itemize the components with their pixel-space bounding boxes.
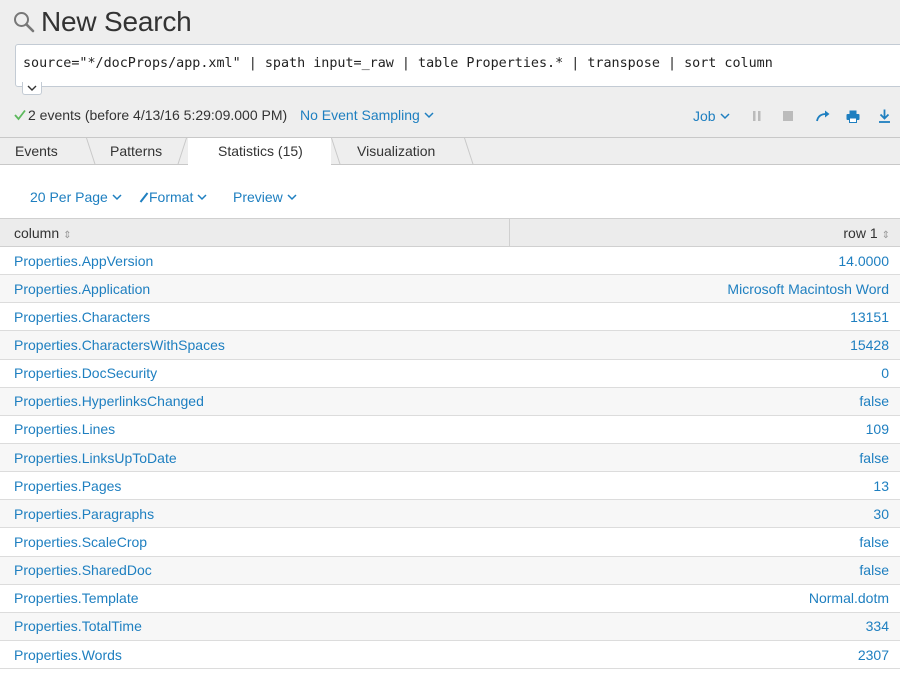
stop-icon[interactable] bbox=[780, 108, 796, 124]
cell-column-name[interactable]: Properties.TotalTime bbox=[0, 612, 509, 641]
cell-column-name[interactable]: Properties.AppVersion bbox=[0, 246, 509, 276]
cell-row-1-value[interactable]: 14.0000 bbox=[509, 246, 900, 276]
cell-row-1-value[interactable]: 15428 bbox=[509, 330, 900, 360]
table-row: Properties.LinksUpToDate false bbox=[0, 443, 900, 473]
cell-row-1-value[interactable]: false bbox=[509, 443, 900, 473]
cell-row-1-value[interactable]: 13 bbox=[509, 471, 900, 501]
table-row: Properties.Template Normal.dotm bbox=[0, 584, 900, 613]
per-page-dropdown[interactable]: 20 Per Page bbox=[30, 189, 122, 205]
cell-row-1-value[interactable]: false bbox=[509, 556, 900, 585]
column-header-column[interactable]: column ⇕ bbox=[0, 218, 510, 247]
cell-row-1-value[interactable]: 0 bbox=[509, 359, 900, 388]
cell-row-1-value[interactable]: 334 bbox=[509, 612, 900, 641]
table-row: Properties.SharedDoc false bbox=[0, 556, 900, 585]
tab-divider bbox=[86, 138, 96, 165]
search-query-text[interactable]: source="*/docProps/app.xml" | spath inpu… bbox=[23, 56, 773, 71]
tab-divider bbox=[464, 138, 474, 165]
cell-row-1-value[interactable]: 13151 bbox=[509, 302, 900, 332]
table-row: Properties.HyperlinksChanged false bbox=[0, 387, 900, 416]
pause-icon[interactable] bbox=[749, 108, 765, 124]
share-icon[interactable] bbox=[815, 108, 831, 124]
cell-row-1-value[interactable]: Microsoft Macintosh Word bbox=[509, 274, 900, 304]
chevron-down-icon bbox=[424, 111, 434, 118]
column-header-row-1[interactable]: row 1 ⇕ bbox=[509, 218, 900, 247]
event-sampling-label: No Event Sampling bbox=[300, 107, 420, 123]
search-query-input[interactable]: source="*/docProps/app.xml" | spath inpu… bbox=[15, 44, 900, 87]
cell-row-1-value[interactable]: false bbox=[509, 387, 900, 416]
table-row: Properties.Words 2307 bbox=[0, 640, 900, 670]
table-row: Properties.ScaleCrop false bbox=[0, 527, 900, 557]
table-row: Properties.TotalTime 334 bbox=[0, 612, 900, 641]
cell-column-name[interactable]: Properties.Words bbox=[0, 640, 509, 670]
cell-column-name[interactable]: Properties.ScaleCrop bbox=[0, 527, 509, 557]
cell-column-name[interactable]: Properties.HyperlinksChanged bbox=[0, 387, 509, 416]
sort-icon: ⇕ bbox=[881, 229, 890, 241]
sort-icon: ⇕ bbox=[63, 229, 72, 241]
per-page-label: 20 Per Page bbox=[30, 189, 108, 205]
job-menu-button[interactable]: Job bbox=[693, 108, 730, 124]
preview-dropdown[interactable]: Preview bbox=[233, 189, 297, 205]
cell-row-1-value[interactable]: false bbox=[509, 527, 900, 557]
preview-label: Preview bbox=[233, 189, 283, 205]
table-row: Properties.CharactersWithSpaces 15428 bbox=[0, 330, 900, 360]
table-row: Properties.DocSecurity 0 bbox=[0, 359, 900, 388]
event-count-text: 2 events (before 4/13/16 5:29:09.000 PM) bbox=[28, 107, 288, 123]
table-body: Properties.AppVersion 14.0000 Properties.A… bbox=[0, 246, 900, 670]
table-row: Properties.Characters 13151 bbox=[0, 302, 900, 332]
title-row: New Search bbox=[0, 0, 900, 44]
cell-column-name[interactable]: Properties.Application bbox=[0, 274, 509, 304]
cell-column-name[interactable]: Properties.Pages bbox=[0, 471, 509, 501]
export-icon[interactable] bbox=[876, 108, 892, 124]
chevron-down-icon bbox=[720, 112, 730, 119]
cell-column-name[interactable]: Properties.CharactersWithSpaces bbox=[0, 330, 509, 360]
table-row: Properties.Lines 109 bbox=[0, 415, 900, 444]
column-header-label: column bbox=[14, 224, 60, 241]
cell-column-name[interactable]: Properties.LinksUpToDate bbox=[0, 443, 509, 473]
cell-row-1-value[interactable]: 30 bbox=[509, 499, 900, 529]
cell-row-1-value[interactable]: 109 bbox=[509, 415, 900, 444]
statistics-panel: 20 Per Page Format Preview column ⇕ row 1… bbox=[0, 165, 900, 680]
cell-column-name[interactable]: Properties.Characters bbox=[0, 302, 509, 332]
cell-column-name[interactable]: Properties.DocSecurity bbox=[0, 359, 509, 388]
event-sampling-dropdown[interactable]: No Event Sampling bbox=[300, 107, 434, 123]
cell-row-1-value[interactable]: 2307 bbox=[509, 640, 900, 670]
cell-column-name[interactable]: Properties.Lines bbox=[0, 415, 509, 444]
cell-column-name[interactable]: Properties.Template bbox=[0, 584, 509, 613]
results-table: column ⇕ row 1 ⇕ Properties.AppVersion 14.0… bbox=[0, 218, 900, 670]
pencil-icon bbox=[139, 192, 149, 203]
tab-visualization[interactable]: Visualization bbox=[357, 138, 435, 165]
expand-search-button[interactable] bbox=[22, 82, 42, 95]
results-tabs: Events Patterns Statistics (15) Visualiz… bbox=[0, 137, 900, 166]
cell-column-name[interactable]: Properties.SharedDoc bbox=[0, 556, 509, 585]
check-icon bbox=[14, 108, 26, 126]
tab-divider bbox=[331, 138, 341, 165]
table-row: Properties.Application Microsoft Macintos… bbox=[0, 274, 900, 304]
chevron-down-icon bbox=[287, 193, 297, 200]
table-row: Properties.AppVersion 14.0000 bbox=[0, 246, 900, 276]
page-title: New Search bbox=[41, 6, 192, 37]
format-label: Format bbox=[149, 189, 194, 205]
table-row: Properties.Paragraphs 30 bbox=[0, 499, 900, 529]
search-icon bbox=[13, 11, 35, 33]
table-header-row: column ⇕ row 1 ⇕ bbox=[0, 218, 900, 247]
tab-statistics[interactable]: Statistics (15) bbox=[188, 138, 331, 166]
job-label: Job bbox=[693, 108, 716, 124]
table-row: Properties.Pages 13 bbox=[0, 471, 900, 501]
chevron-down-icon bbox=[112, 193, 122, 200]
print-icon[interactable] bbox=[845, 108, 861, 124]
tab-patterns[interactable]: Patterns bbox=[110, 138, 162, 165]
job-status-bar: 2 events (before 4/13/16 5:29:09.000 PM)… bbox=[0, 102, 900, 128]
chevron-down-icon bbox=[197, 193, 207, 200]
tab-divider bbox=[177, 138, 187, 165]
cell-row-1-value[interactable]: Normal.dotm bbox=[509, 584, 900, 613]
cell-column-name[interactable]: Properties.Paragraphs bbox=[0, 499, 509, 529]
tab-events[interactable]: Events bbox=[15, 138, 58, 165]
column-header-label: row 1 bbox=[843, 224, 878, 241]
chevron-down-icon bbox=[27, 85, 37, 91]
format-dropdown[interactable]: Format bbox=[139, 189, 207, 205]
